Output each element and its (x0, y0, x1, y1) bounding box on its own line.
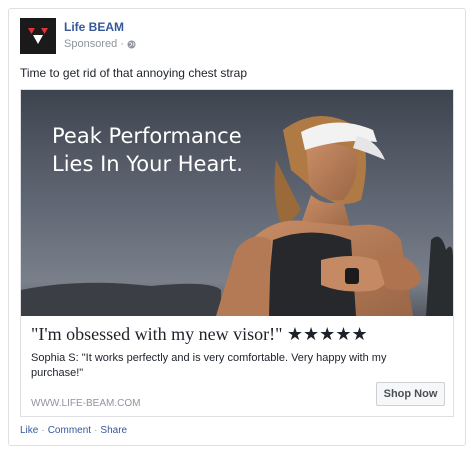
shop-now-button[interactable]: Shop Now (376, 382, 445, 406)
post-message: Time to get rid of that annoying chest s… (20, 66, 248, 80)
separator-dot: · (94, 425, 98, 436)
ad-caption-area: "I'm obsessed with my new visor!" ★★★★★ … (21, 316, 453, 416)
sponsored-label[interactable]: Sponsored (64, 38, 117, 50)
like-link[interactable]: Like (20, 425, 38, 436)
comment-link[interactable]: Comment (48, 425, 91, 436)
page-name-link[interactable]: Life BEAM (64, 20, 124, 34)
sponsored-row: Sponsored · (64, 38, 136, 50)
ad-review-text: Sophia S: "It works perfectly and is ver… (31, 352, 387, 379)
headline-line-1: Peak Performance (52, 124, 242, 148)
life-beam-logo-icon[interactable] (20, 18, 56, 54)
sponsored-post-card: Life BEAM Sponsored · Time to get rid of… (8, 8, 466, 446)
globe-icon[interactable] (127, 40, 136, 49)
separator-dot: · (41, 425, 45, 436)
separator-dot: · (120, 38, 124, 50)
ad-display-url: WWW.LIFE-BEAM.COM (31, 398, 141, 409)
share-link[interactable]: Share (100, 425, 127, 436)
ad-hero-image[interactable]: Peak Performance Lies In Your Heart. (21, 90, 453, 316)
post-actions: Like · Comment · Share (20, 425, 127, 436)
hero-headline: Peak Performance Lies In Your Heart. (52, 122, 243, 178)
ad-link-preview[interactable]: Peak Performance Lies In Your Heart. "I'… (20, 89, 454, 417)
headline-line-2: Lies In Your Heart. (52, 152, 243, 176)
ad-title-quote[interactable]: "I'm obsessed with my new visor!" ★★★★★ (31, 324, 368, 345)
